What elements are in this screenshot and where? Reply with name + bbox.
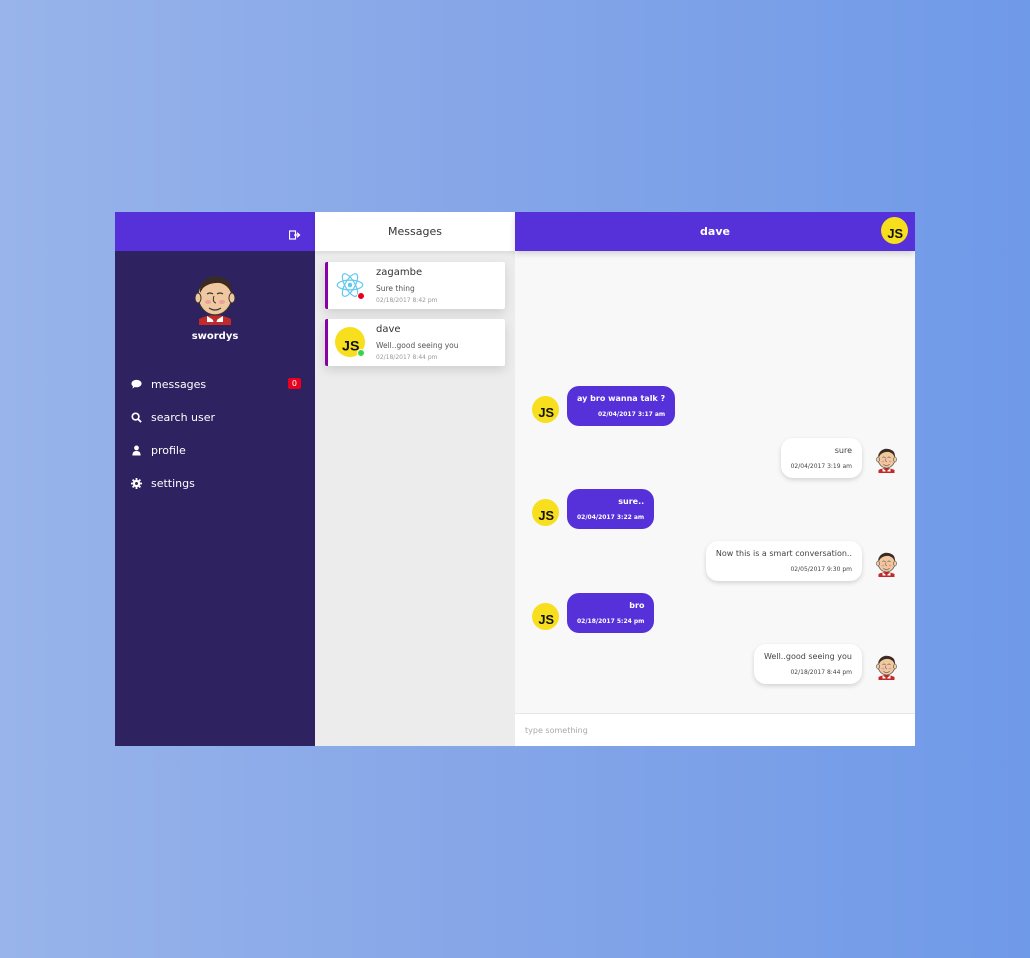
sidebar-item-profile[interactable]: profile (115, 434, 315, 467)
conversation-preview: Sure thing (376, 284, 415, 293)
message-bubble-outgoing: Now this is a smart conversation.. 02/05… (705, 541, 862, 581)
online-status-dot (357, 349, 365, 357)
message-time: 02/04/2017 3:22 am (577, 514, 645, 521)
js-logo-icon (532, 396, 559, 423)
sidebar-item-settings[interactable]: settings (115, 467, 315, 500)
message-composer (515, 713, 915, 746)
conversation-name: dave (376, 324, 401, 335)
conversation-time: 02/18/2017 8:42 pm (376, 297, 438, 304)
chat-app: swordys messages 0 search user profile s… (115, 212, 915, 746)
gear-icon (131, 478, 142, 489)
chat-bubble-icon (131, 379, 142, 390)
conversation-list: Messages zagambe Sure thing 02/18/2017 8… (315, 212, 515, 746)
message-bubble-incoming: bro 02/18/2017 5:24 pm (567, 593, 655, 633)
conversation-name: zagambe (376, 267, 423, 278)
sidebar-header (115, 212, 315, 251)
chat-panel: dave ay bro wanna talk ? 02/04/2017 3:17… (515, 212, 915, 746)
user-avatar (873, 653, 900, 680)
chat-header: dave (515, 212, 915, 251)
user-profile: swordys (115, 251, 315, 342)
message-text: sure (834, 446, 852, 455)
sidebar-nav: messages 0 search user profile settings (115, 368, 315, 500)
sidebar-item-label: settings (151, 477, 195, 490)
unread-badge: 0 (287, 378, 301, 389)
username: swordys (191, 331, 239, 342)
conversation-item-dave[interactable]: dave Well..good seeing you 02/18/2017 8:… (325, 319, 505, 366)
sidebar: swordys messages 0 search user profile s… (115, 212, 315, 746)
user-avatar (873, 550, 900, 577)
message-text: sure.. (618, 497, 645, 506)
message-bubble-outgoing: sure 02/04/2017 3:19 am (780, 438, 862, 478)
logout-icon[interactable] (288, 226, 301, 240)
message-input[interactable] (515, 714, 915, 746)
conversation-list-title: Messages (315, 212, 515, 251)
message-time: 02/18/2017 8:44 pm (790, 669, 852, 676)
sidebar-item-search-user[interactable]: search user (115, 401, 315, 434)
js-logo-icon (532, 499, 559, 526)
user-avatar (873, 446, 900, 473)
message-text: ay bro wanna talk ? (577, 394, 666, 403)
conversation-preview: Well..good seeing you (376, 341, 459, 350)
user-avatar[interactable] (190, 271, 240, 325)
conversation-time: 02/18/2017 8:44 pm (376, 354, 438, 361)
conversation-item-zagambe[interactable]: zagambe Sure thing 02/18/2017 8:42 pm (325, 262, 505, 309)
message-time: 02/05/2017 9:30 pm (790, 566, 852, 573)
message-text: Now this is a smart conversation.. (715, 549, 852, 558)
message-text: bro (629, 601, 645, 610)
sidebar-item-label: profile (151, 444, 186, 457)
message-bubble-incoming: ay bro wanna talk ? 02/04/2017 3:17 am (567, 386, 676, 426)
sidebar-item-label: messages (151, 378, 207, 391)
chat-contact-name: dave (700, 225, 730, 238)
message-text: Well..good seeing you (763, 652, 852, 661)
js-logo-icon[interactable] (881, 217, 908, 244)
message-time: 02/18/2017 5:24 pm (577, 618, 645, 625)
message-time: 02/04/2017 3:19 am (790, 463, 852, 470)
js-logo-icon (532, 603, 559, 630)
offline-status-dot (357, 292, 365, 300)
sidebar-item-label: search user (151, 411, 216, 424)
message-bubble-incoming: sure.. 02/04/2017 3:22 am (567, 489, 655, 529)
message-time: 02/04/2017 3:17 am (598, 411, 666, 418)
search-icon (131, 412, 142, 423)
sidebar-item-messages[interactable]: messages 0 (115, 368, 315, 401)
user-icon (131, 445, 142, 456)
message-bubble-outgoing: Well..good seeing you 02/18/2017 8:44 pm (753, 644, 862, 684)
